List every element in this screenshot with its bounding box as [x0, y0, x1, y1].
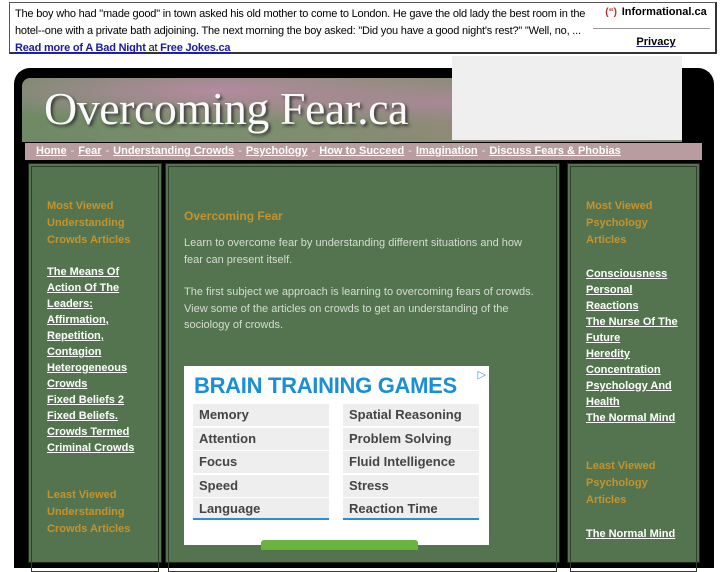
least-viewed-crowds-heading: Least Viewed Understanding Crowds Articl…	[47, 489, 131, 535]
ad-right-options: Spatial Reasoning Problem Solving Fluid …	[343, 404, 479, 522]
brand-divider	[593, 28, 710, 29]
right-sidebar: Most Viewed Psychology Articles Consciou…	[567, 163, 700, 572]
nav-separator: -	[105, 145, 110, 157]
ad-option[interactable]: Reaction Time	[343, 498, 479, 521]
brain-training-ad[interactable]: BRAIN TRAINING GAMES ▷ Memory Attention …	[184, 366, 489, 550]
ad-option[interactable]: Problem Solving	[343, 427, 479, 450]
header-ad-placeholder	[452, 56, 682, 140]
nav-separator: -	[408, 145, 412, 157]
ad-choices-icon[interactable]: ▷	[478, 368, 486, 381]
ad-option[interactable]: Fluid Intelligence	[343, 451, 479, 474]
nav-separator: -	[70, 145, 75, 157]
most-viewed-psychology-heading: Most Viewed Psychology Articles	[586, 200, 653, 246]
article-link[interactable]: The Nurse Of The Future	[586, 314, 686, 346]
brand-label: Informational.ca	[621, 6, 707, 18]
nav-understanding-crowds[interactable]: Understanding Crowds	[113, 145, 234, 157]
at-text: at	[145, 42, 161, 54]
article-link[interactable]: Fixed Beliefs 2	[47, 392, 147, 408]
most-viewed-psychology-list: Consciousness Personal Reactions The Nur…	[586, 266, 686, 426]
most-viewed-crowds-heading: Most Viewed Understanding Crowds Article…	[47, 200, 131, 246]
nav-home[interactable]: Home	[36, 145, 67, 157]
privacy-link[interactable]: Privacy	[600, 36, 712, 48]
crowds-paragraph: The first subject we approach is learnin…	[184, 286, 534, 331]
intro-paragraph: Learn to overcome fear by understanding …	[184, 237, 522, 266]
least-viewed-psychology-list: The Normal Mind	[586, 526, 686, 542]
nav-discuss-fears[interactable]: Discuss Fears & Phobias	[489, 145, 620, 157]
nav-imagination[interactable]: Imagination	[416, 145, 478, 157]
main-nav: Home - Fear - Understanding Crowds - Psycholog…	[25, 143, 702, 160]
content-title: Overcoming Fear	[184, 209, 283, 223]
site-title[interactable]: Overcoming Fear.ca	[44, 82, 408, 135]
ad-option[interactable]: Spatial Reasoning	[343, 404, 479, 426]
article-link[interactable]: Consciousness	[586, 266, 686, 282]
joke-text: The boy who had "made good" in town aske…	[15, 8, 586, 37]
article-link[interactable]: Fixed Beliefs. Crowds Termed Criminal Cr…	[47, 408, 147, 456]
least-viewed-psychology-heading: Least Viewed Psychology Articles	[586, 460, 656, 506]
most-viewed-crowds-list: The Means Of Action Of The Leaders: Affi…	[47, 264, 147, 456]
nav-separator: -	[238, 145, 242, 157]
article-link[interactable]: The Normal Mind	[586, 526, 686, 542]
ad-left-options: Memory Attention Focus Speed Language	[193, 404, 329, 522]
nav-psychology[interactable]: Psychology	[246, 145, 308, 157]
ad-option[interactable]: Language	[193, 498, 329, 521]
ad-option[interactable]: Focus	[193, 451, 329, 474]
article-link[interactable]: Personal Reactions	[586, 282, 686, 314]
article-link[interactable]: Psychology And Health	[586, 378, 686, 410]
ad-option[interactable]: Attention	[193, 427, 329, 450]
article-link[interactable]: Concentration	[586, 362, 686, 378]
left-sidebar: Most Viewed Understanding Crowds Article…	[28, 163, 162, 572]
ad-option[interactable]: Stress	[343, 474, 479, 497]
nav-separator: -	[311, 145, 316, 157]
article-link[interactable]: Heterogeneous Crowds	[47, 360, 147, 392]
nav-separator: -	[481, 145, 486, 157]
article-link[interactable]: Heredity	[586, 346, 686, 362]
ad-option[interactable]: Memory	[193, 404, 329, 426]
joke-text-block: The boy who had "made good" in town aske…	[15, 6, 595, 57]
nav-how-to-succeed[interactable]: How to Succeed	[319, 145, 404, 157]
article-link[interactable]: The Means Of Action Of The Leaders: Affi…	[47, 264, 147, 360]
quote-logo-icon: (“)	[605, 7, 620, 18]
informational-brand[interactable]: (“) Informational.ca	[600, 6, 712, 18]
nav-fear[interactable]: Fear	[78, 145, 101, 157]
article-link[interactable]: The Normal Mind	[586, 410, 686, 426]
ad-option[interactable]: Speed	[193, 474, 329, 497]
ad-title[interactable]: BRAIN TRAINING GAMES	[194, 373, 457, 399]
read-more-link[interactable]: Read more of A Bad Night	[15, 42, 146, 54]
joke-banner: The boy who had "made good" in town aske…	[9, 2, 717, 54]
ad-cta-button[interactable]	[261, 540, 418, 550]
free-jokes-link[interactable]: Free Jokes.ca	[160, 42, 230, 54]
